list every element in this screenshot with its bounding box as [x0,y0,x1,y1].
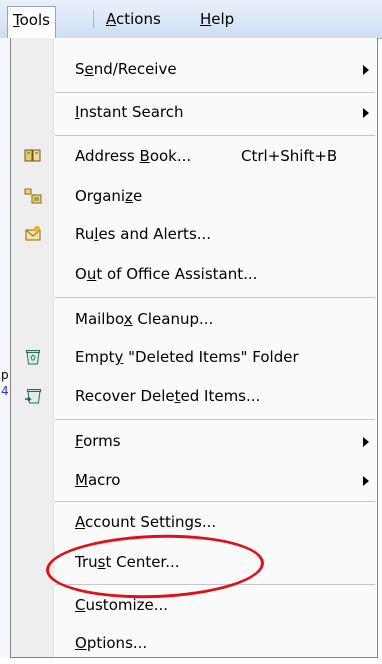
menu-item-rules-and-alerts[interactable]: Rules and Alerts... [11,215,377,255]
menu-item-address-book[interactable]: Address Book... Ctrl+Shift+B [11,137,377,177]
tools-dropdown-menu: Send/Receive Instant Search Address Book… [10,38,378,658]
menu-separator [55,501,375,502]
submenu-arrow-icon [363,108,369,118]
address-book-icon [24,147,42,165]
menu-item-organize[interactable]: Organize [11,177,377,217]
menu-separator [55,297,375,298]
menu-separator [55,419,375,420]
menu-actions[interactable]: Actions [101,6,166,32]
background-text-fragment: 4 [1,384,9,398]
submenu-arrow-icon [363,476,369,486]
menu-item-send-receive[interactable]: Send/Receive [11,50,377,90]
menu-item-forms[interactable]: Forms [11,422,377,462]
menu-item-customize[interactable]: Customize... [11,586,377,626]
menu-item-trust-center[interactable]: Trust Center... [11,543,377,583]
menu-item-instant-search[interactable]: Instant Search [11,93,377,133]
menu-item-recover-deleted-items[interactable]: Recover Deleted Items... [11,377,377,417]
menu-separator [55,584,375,585]
menu-bar: Tools Actions Help [0,0,382,39]
submenu-arrow-icon [363,65,369,75]
menu-separator [55,135,375,136]
menu-help[interactable]: Help [195,6,239,32]
organize-icon [24,187,42,205]
recycle-bin-icon [24,348,42,366]
menu-item-out-of-office[interactable]: Out of Office Assistant... [11,255,377,295]
menu-item-mailbox-cleanup[interactable]: Mailbox Cleanup... [11,300,377,340]
menubar-divider [93,10,94,28]
menu-item-empty-deleted-items[interactable]: Empty "Deleted Items" Folder [11,338,377,378]
recover-items-icon [24,387,42,405]
menu-item-macro[interactable]: Macro [11,461,377,501]
shortcut-text: Ctrl+Shift+B [241,147,338,165]
menu-tools[interactable]: Tools [7,6,56,38]
rules-and-alerts-icon [24,225,42,243]
menu-item-options[interactable]: Options... [11,624,377,664]
background-text-fragment: p [1,368,9,382]
menu-item-account-settings[interactable]: Account Settings... [11,503,377,543]
submenu-arrow-icon [363,437,369,447]
